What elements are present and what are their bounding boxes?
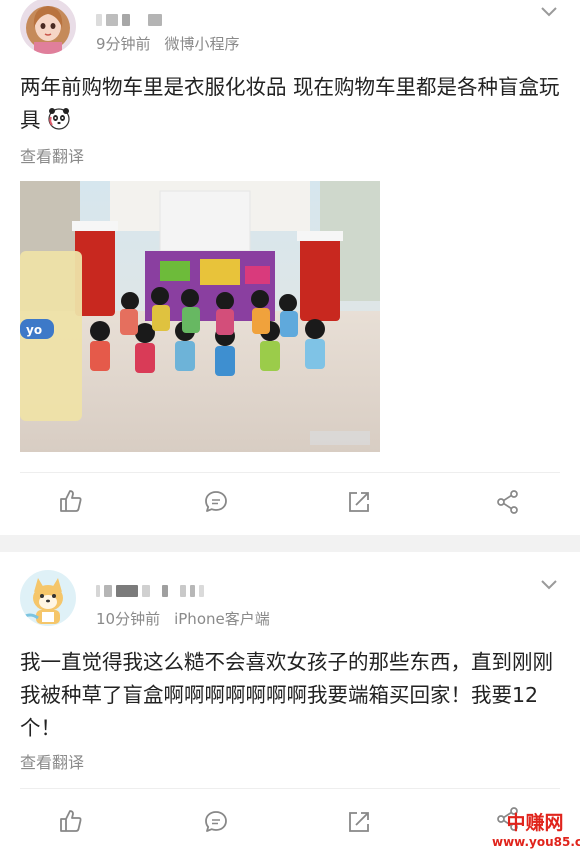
share-icon[interactable] <box>495 489 521 515</box>
translate-link[interactable]: 查看翻译 <box>20 143 84 167</box>
post-text: 我一直觉得我这么糙不会喜欢女孩子的那些东西，直到刚刚我被种草了盲盒啊啊啊啊啊啊啊… <box>20 646 560 745</box>
post-meta: 9分钟前 微博小程序 <box>96 33 240 54</box>
like-icon[interactable] <box>58 488 84 514</box>
user-avatar[interactable] <box>20 0 76 54</box>
post-text: 两年前购物车里是衣服化妆品 现在购物车里都是各种盲盒玩具 <box>20 71 560 137</box>
weibo-post-1: 9分钟前 微博小程序 两年前购物车里是衣服化妆品 现在购物车里都是各种盲盒玩具 查… <box>0 0 580 535</box>
post-divider <box>20 472 560 473</box>
comment-icon[interactable] <box>203 809 229 835</box>
translate-link[interactable]: 查看翻译 <box>20 749 84 773</box>
post-time: 10分钟前 <box>96 610 161 628</box>
post-text-body: 两年前购物车里是衣服化妆品 现在购物车里都是各种盲盒玩具 <box>20 75 560 132</box>
post-text-body: 我一直觉得我这么糙不会喜欢女孩子的那些东西，直到刚刚我被种草了盲盒啊啊啊啊啊啊啊… <box>20 650 553 740</box>
post-divider <box>20 788 560 789</box>
watermark-title: 中赚网 <box>506 812 564 834</box>
repost-icon[interactable] <box>346 809 372 835</box>
username-blurred[interactable] <box>96 9 166 26</box>
post-meta: 10分钟前 iPhone客户端 <box>96 608 270 629</box>
repost-icon[interactable] <box>346 489 372 515</box>
feed-separator <box>0 535 580 552</box>
site-watermark: 中赚网 www.you85.com <box>492 812 580 856</box>
post-time: 9分钟前 <box>96 35 151 53</box>
watermark-url: www.you85.com <box>492 835 580 849</box>
username-blurred[interactable] <box>96 580 208 597</box>
like-icon[interactable] <box>58 808 84 834</box>
weibo-post-2: 10分钟前 iPhone客户端 我一直觉得我这么糙不会喜欢女孩子的那些东西，直到刚… <box>0 552 580 858</box>
post-photo-blind-box-figures[interactable]: yo <box>20 181 380 452</box>
panda-emoji-icon <box>48 108 70 130</box>
post-source[interactable]: 微博小程序 <box>165 35 240 53</box>
post-source[interactable]: iPhone客户端 <box>174 610 270 628</box>
user-avatar[interactable] <box>20 570 76 626</box>
chevron-down-icon[interactable] <box>540 6 558 18</box>
svg-text:yo: yo <box>26 323 42 337</box>
comment-icon[interactable] <box>203 489 229 515</box>
chevron-down-icon[interactable] <box>540 579 558 591</box>
